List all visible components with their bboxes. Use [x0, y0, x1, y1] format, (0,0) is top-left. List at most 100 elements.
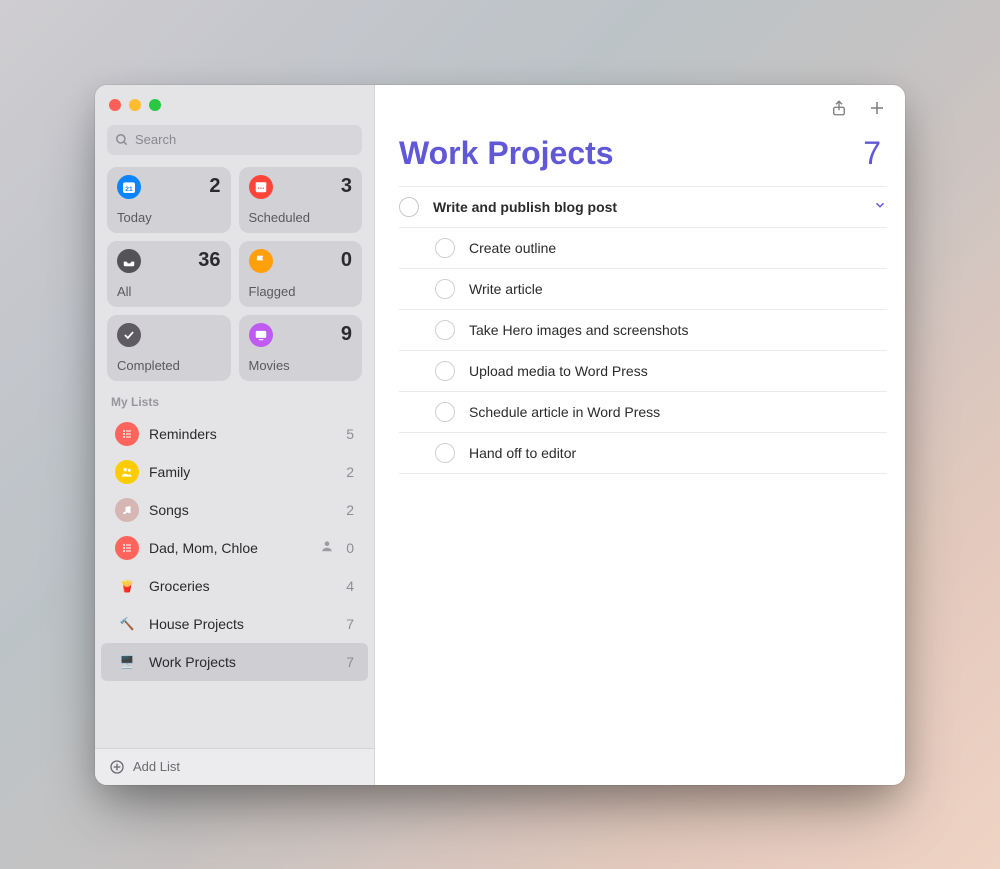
smart-today[interactable]: 21 2 Today — [107, 167, 231, 233]
smart-completed[interactable]: Completed — [107, 315, 231, 381]
list-item-songs[interactable]: Songs 2 — [101, 491, 368, 529]
complete-toggle[interactable] — [435, 361, 455, 381]
share-icon — [830, 99, 848, 117]
complete-toggle[interactable] — [435, 279, 455, 299]
smart-label: Scheduled — [249, 210, 353, 225]
task-title: Take Hero images and screenshots — [469, 322, 688, 338]
my-lists-header: My Lists — [95, 381, 374, 415]
task-title: Upload media to Word Press — [469, 363, 648, 379]
task-title: Write and publish blog post — [433, 199, 617, 215]
main-panel: Work Projects 7 Write and publish blog p… — [375, 85, 905, 785]
list-name: House Projects — [149, 616, 336, 632]
svg-text:21: 21 — [125, 186, 133, 193]
task-row-parent[interactable]: Write and publish blog post — [399, 186, 887, 228]
list-item-reminders[interactable]: Reminders 5 — [101, 415, 368, 453]
list-name: Groceries — [149, 578, 336, 594]
smart-flagged[interactable]: 0 Flagged — [239, 241, 363, 307]
fries-icon: 🍟 — [115, 574, 139, 598]
smart-label: Movies — [249, 358, 353, 373]
list-item-family[interactable]: Family 2 — [101, 453, 368, 491]
list-item-shared[interactable]: Dad, Mom, Chloe 0 — [101, 529, 368, 567]
list-item-groceries[interactable]: 🍟 Groceries 4 — [101, 567, 368, 605]
list-count: 0 — [346, 540, 354, 556]
list-name: Reminders — [149, 426, 336, 442]
list-count: 2 — [346, 464, 354, 480]
list-count: 7 — [346, 616, 354, 632]
smart-count: 3 — [341, 175, 352, 198]
smart-label: Completed — [117, 358, 221, 373]
complete-toggle[interactable] — [435, 443, 455, 463]
smart-label: All — [117, 284, 221, 299]
list-total-count: 7 — [863, 135, 881, 172]
smart-lists-grid: 21 2 Today 3 Scheduled — [95, 167, 374, 381]
search-icon — [115, 133, 129, 147]
search-input[interactable] — [135, 132, 354, 147]
task-title: Create outline — [469, 240, 556, 256]
task-title: Hand off to editor — [469, 445, 576, 461]
smart-count: 2 — [209, 175, 220, 198]
close-button[interactable] — [109, 99, 121, 111]
complete-toggle[interactable] — [399, 197, 419, 217]
list-name: Work Projects — [149, 654, 336, 670]
calendar-icon — [249, 175, 273, 199]
flag-icon — [249, 249, 273, 273]
tv-icon — [249, 323, 273, 347]
hammer-icon: 🔨 — [115, 612, 139, 636]
smart-label: Today — [117, 210, 221, 225]
complete-toggle[interactable] — [435, 320, 455, 340]
list-title: Work Projects — [399, 135, 614, 172]
list-icon — [115, 422, 139, 446]
window-controls — [95, 85, 374, 121]
smart-scheduled[interactable]: 3 Scheduled — [239, 167, 363, 233]
plus-circle-icon — [109, 759, 125, 775]
list-count: 7 — [346, 654, 354, 670]
new-reminder-button[interactable] — [867, 98, 887, 118]
plus-icon — [868, 99, 886, 117]
maximize-button[interactable] — [149, 99, 161, 111]
task-row[interactable]: Take Hero images and screenshots — [399, 310, 887, 351]
list-item-house[interactable]: 🔨 House Projects 7 — [101, 605, 368, 643]
app-window: 21 2 Today 3 Scheduled — [95, 85, 905, 785]
calendar-today-icon: 21 — [117, 175, 141, 199]
task-row[interactable]: Write article — [399, 269, 887, 310]
task-row[interactable]: Upload media to Word Press — [399, 351, 887, 392]
list-count: 4 — [346, 578, 354, 594]
list-name: Family — [149, 464, 336, 480]
smart-movies[interactable]: 9 Movies — [239, 315, 363, 381]
people-icon — [115, 460, 139, 484]
expand-toggle[interactable] — [873, 198, 887, 215]
task-row[interactable]: Hand off to editor — [399, 433, 887, 474]
add-list-button[interactable]: Add List — [95, 748, 374, 785]
smart-label: Flagged — [249, 284, 353, 299]
add-list-label: Add List — [133, 759, 180, 774]
search-field[interactable] — [107, 125, 362, 155]
task-list: Write and publish blog post Create outli… — [375, 186, 905, 474]
task-title: Schedule article in Word Press — [469, 404, 660, 420]
music-icon — [115, 498, 139, 522]
my-lists: Reminders 5 Family 2 Songs 2 — [95, 415, 374, 748]
share-button[interactable] — [829, 98, 849, 118]
shared-icon — [320, 539, 334, 556]
smart-count: 36 — [198, 249, 220, 272]
minimize-button[interactable] — [129, 99, 141, 111]
task-row[interactable]: Schedule article in Word Press — [399, 392, 887, 433]
list-header: Work Projects 7 — [375, 125, 905, 186]
tray-icon — [117, 249, 141, 273]
complete-toggle[interactable] — [435, 238, 455, 258]
complete-toggle[interactable] — [435, 402, 455, 422]
smart-count: 0 — [341, 249, 352, 272]
list-icon — [115, 536, 139, 560]
sidebar: 21 2 Today 3 Scheduled — [95, 85, 375, 785]
list-name: Songs — [149, 502, 336, 518]
task-row[interactable]: Create outline — [399, 228, 887, 269]
toolbar — [375, 85, 905, 125]
list-name: Dad, Mom, Chloe — [149, 540, 310, 556]
list-item-work[interactable]: 🖥️ Work Projects 7 — [101, 643, 368, 681]
list-count: 5 — [346, 426, 354, 442]
chevron-down-icon — [873, 198, 887, 212]
smart-all[interactable]: 36 All — [107, 241, 231, 307]
checkmark-icon — [117, 323, 141, 347]
computer-icon: 🖥️ — [115, 650, 139, 674]
smart-count: 9 — [341, 323, 352, 346]
list-count: 2 — [346, 502, 354, 518]
